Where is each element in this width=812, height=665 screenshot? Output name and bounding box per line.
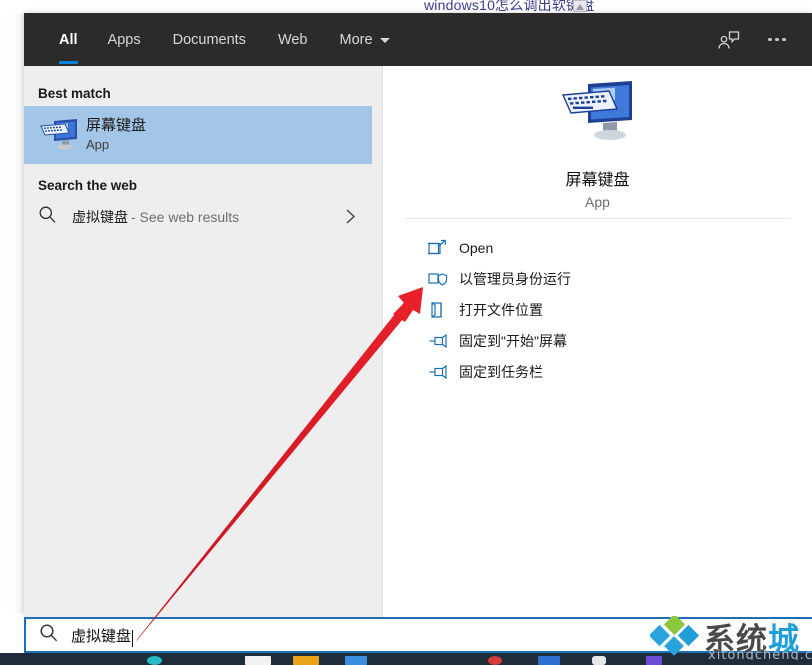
- web-result-query: 虚拟键盘: [72, 207, 128, 227]
- action-pin-to-taskbar-label: 固定到任务栏: [459, 362, 543, 382]
- feedback-person-icon[interactable]: [716, 27, 742, 53]
- taskbar-icon-cortana[interactable]: [147, 656, 162, 665]
- text-cursor: [132, 630, 133, 647]
- on-screen-keyboard-icon: [557, 78, 639, 150]
- chevron-right-icon[interactable]: [345, 208, 356, 230]
- filter-tabbar: All Apps Documents Web More: [24, 13, 812, 66]
- page-title: windows10怎么调出软键盘: [424, 0, 594, 13]
- taskbar: [0, 653, 812, 665]
- tab-more[interactable]: More: [324, 13, 406, 66]
- best-match-subtitle: App: [86, 136, 146, 154]
- ellipsis-icon[interactable]: [764, 27, 790, 53]
- shield-run-as-admin-icon: [428, 269, 448, 289]
- tab-documents-label: Documents: [173, 32, 246, 48]
- search-input[interactable]: 虚拟键盘: [24, 617, 812, 653]
- screenshot-root: windows10怎么调出软键盘 All Apps Documents Web: [0, 0, 812, 665]
- open-window-icon: [428, 238, 448, 258]
- web-result-item[interactable]: 虚拟键盘 - See web results: [24, 196, 372, 238]
- preview-divider: [405, 218, 791, 219]
- action-open[interactable]: Open: [383, 232, 812, 263]
- action-run-as-admin[interactable]: 以管理员身份运行: [383, 263, 812, 294]
- pin-to-taskbar-icon: [428, 362, 448, 382]
- taskbar-icon-app-a[interactable]: [488, 656, 502, 665]
- flyout-body: Best match: [24, 66, 812, 617]
- tab-all-label: All: [59, 32, 78, 48]
- ellipsis-dots: [768, 38, 786, 42]
- filter-tabs: All Apps Documents Web More: [46, 13, 406, 66]
- tab-apps-label: Apps: [108, 32, 141, 48]
- results-pane: Best match: [24, 66, 382, 617]
- taskbar-icon-app-d[interactable]: [646, 656, 662, 665]
- action-open-label: Open: [459, 240, 493, 256]
- tab-apps[interactable]: Apps: [92, 13, 157, 66]
- tab-documents[interactable]: Documents: [157, 13, 262, 66]
- action-pin-to-start-label: 固定到"开始"屏幕: [459, 331, 567, 351]
- search-web-heading: Search the web: [24, 178, 137, 193]
- action-pin-to-taskbar[interactable]: 固定到任务栏: [383, 356, 812, 387]
- tab-more-label: More: [340, 32, 373, 48]
- action-open-file-location-label: 打开文件位置: [459, 300, 543, 320]
- app-preview-subtitle: App: [585, 194, 610, 210]
- best-match-result[interactable]: 屏幕键盘 App: [24, 106, 372, 164]
- page-left-margin: [0, 13, 24, 613]
- action-run-as-admin-label: 以管理员身份运行: [459, 269, 571, 289]
- app-preview-title: 屏幕键盘: [565, 166, 629, 190]
- tab-web-label: Web: [278, 32, 308, 48]
- header-icon-group: [716, 13, 790, 66]
- action-open-file-location[interactable]: 打开文件位置: [383, 294, 812, 325]
- on-screen-keyboard-icon: [38, 117, 80, 153]
- action-pin-to-start[interactable]: 固定到"开始"屏幕: [383, 325, 812, 356]
- tab-all[interactable]: All: [46, 13, 92, 66]
- taskbar-icon-app-b[interactable]: [538, 656, 560, 665]
- taskbar-icon-folder[interactable]: [293, 656, 319, 665]
- pin-to-start-icon: [428, 331, 448, 351]
- chevron-down-icon: [380, 38, 390, 43]
- app-preview-header: 屏幕键盘 App: [383, 66, 812, 212]
- search-icon: [39, 623, 61, 648]
- search-icon: [38, 205, 62, 229]
- tab-web[interactable]: Web: [262, 13, 324, 66]
- page-title-strip: windows10怎么调出软键盘: [0, 0, 812, 13]
- best-match-text: 屏幕键盘 App: [86, 116, 146, 154]
- best-match-heading: Best match: [24, 86, 111, 101]
- taskbar-icon-store[interactable]: [345, 656, 367, 665]
- search-input-value: 虚拟键盘: [71, 625, 131, 646]
- best-match-title: 屏幕键盘: [86, 116, 146, 136]
- taskbar-icon-explorer[interactable]: [245, 656, 271, 665]
- image-placeholder-icon: [573, 0, 587, 12]
- search-flyout: All Apps Documents Web More: [24, 13, 812, 617]
- app-actions-list: Open 以管理员身份运行: [383, 232, 812, 387]
- folder-location-icon: [428, 300, 448, 320]
- taskbar-icon-app-c[interactable]: [592, 656, 606, 665]
- web-result-suffix: - See web results: [131, 209, 239, 225]
- preview-pane: 屏幕键盘 App Open: [383, 66, 812, 617]
